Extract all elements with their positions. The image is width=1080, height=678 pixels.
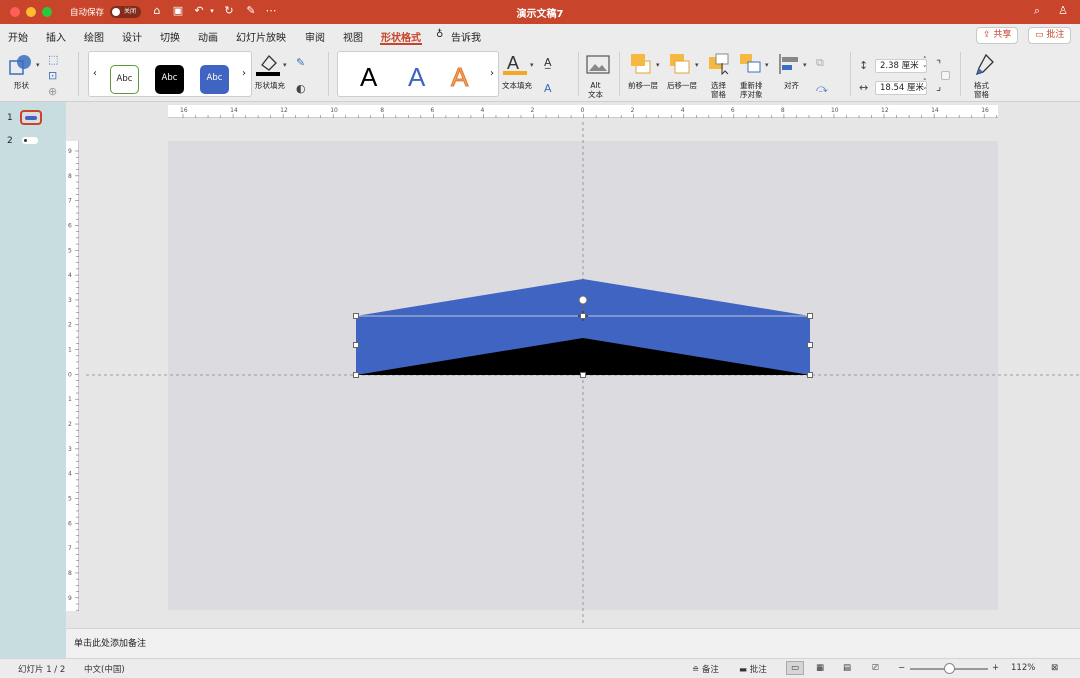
comments-status-button[interactable]: ▬ 批注 xyxy=(739,663,767,675)
slide-counter: 幻灯片 1 / 2 xyxy=(18,665,66,675)
notes-icon: ≘ xyxy=(692,665,702,675)
zoom-level[interactable]: 112% xyxy=(1011,663,1035,673)
zoom-slider-thumb[interactable] xyxy=(944,663,955,674)
resize-handle-bottom-left[interactable] xyxy=(353,372,359,378)
language-indicator[interactable]: 中文(中国) xyxy=(84,663,125,675)
resize-handle-right[interactable] xyxy=(807,342,813,348)
notes-button[interactable]: ≘ 备注 xyxy=(692,663,719,675)
comments-status-label: 批注 xyxy=(749,665,767,675)
slideshow-icon[interactable]: ⎚ xyxy=(872,663,879,673)
notes-label: 备注 xyxy=(701,665,719,675)
resize-handle-bottom-right[interactable] xyxy=(807,372,813,378)
reading-view-icon[interactable]: ▤ xyxy=(843,663,851,673)
zoom-slider[interactable] xyxy=(910,663,988,674)
notes-pane[interactable]: 单击此处添加备注 xyxy=(66,628,1080,658)
rotate-handle[interactable] xyxy=(578,295,588,305)
status-bar: 幻灯片 1 / 2 中文(中国) ≘ 备注 ▬ 批注 ▭ ▦ ▤ ⎚ − + 1… xyxy=(0,658,1080,678)
fit-to-window-icon[interactable]: ⊠ xyxy=(1051,663,1058,673)
resize-handle-left[interactable] xyxy=(353,342,359,348)
normal-view-icon[interactable]: ▭ xyxy=(786,661,804,675)
slide-sorter-icon[interactable]: ▦ xyxy=(816,663,824,673)
zoom-in-button[interactable]: + xyxy=(992,663,999,673)
notes-placeholder: 单击此处添加备注 xyxy=(74,639,147,649)
resize-handle-top[interactable] xyxy=(580,313,586,319)
comment-icon: ▬ xyxy=(739,665,750,675)
resize-handle-top-right[interactable] xyxy=(807,313,813,319)
slide-overlay xyxy=(86,122,1080,626)
zoom-out-button[interactable]: − xyxy=(898,663,905,673)
resize-handle-bottom[interactable] xyxy=(580,372,586,378)
resize-handle-top-left[interactable] xyxy=(353,313,359,319)
